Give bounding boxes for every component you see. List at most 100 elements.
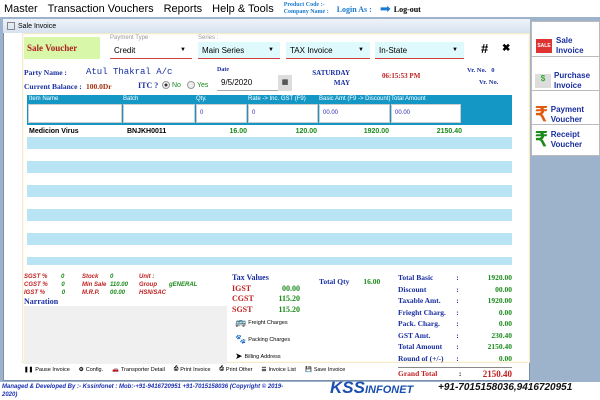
sgst-label: SGST bbox=[232, 304, 253, 314]
unit-label: Unit : bbox=[139, 274, 155, 280]
empty-row bbox=[27, 137, 512, 149]
totals-panel: Total Basic: 1920.00 Discount: 00.00 Taxable… bbox=[398, 273, 512, 365]
total-label: GST Amt. bbox=[398, 330, 431, 340]
total-label: Total Amount bbox=[398, 342, 443, 351]
freight-charges-button[interactable]: 🚌 Freight Charges bbox=[235, 317, 288, 328]
menu-reports[interactable]: Reports bbox=[164, 3, 203, 15]
vr-no-label-2: Vr. No. bbox=[479, 79, 499, 86]
col-rate: Rate -> Inc. GST (F9) bbox=[248, 96, 306, 102]
empty-row bbox=[27, 197, 512, 209]
total-row: Total Amount: 2150.40 bbox=[398, 342, 512, 354]
payment-type-value: Credit bbox=[114, 45, 136, 55]
empty-row bbox=[27, 257, 512, 265]
menu-bar: Master Transaction Vouchers Reports Help… bbox=[0, 0, 600, 18]
batch-input[interactable] bbox=[123, 104, 195, 123]
freight-charges-label: Freight Charges bbox=[248, 319, 288, 326]
car-icon: 🚗 bbox=[112, 366, 120, 373]
kss-logo: KSSINFONET bbox=[330, 378, 414, 397]
stock-value: 0 bbox=[110, 274, 114, 280]
invoice-list-button[interactable]: ☰ Invoice List bbox=[262, 366, 296, 373]
packing-charges-label: Packing Charges bbox=[248, 336, 291, 343]
basic-amt-input[interactable]: 00.00 bbox=[319, 104, 390, 123]
print-invoice-button[interactable]: ⎙ Print Invoice bbox=[174, 366, 211, 373]
printer-icon: ⎙ bbox=[219, 366, 224, 372]
logout-icon[interactable]: ➡ bbox=[380, 1, 391, 17]
total-row: Frieght Charg.: 0.00 bbox=[398, 308, 512, 320]
total-row: Pack. Charg.: 0.00 bbox=[398, 319, 512, 331]
payment-type-label: Payment Type bbox=[110, 35, 149, 41]
total-label: Taxable Amt. bbox=[398, 296, 441, 305]
cgst-label: CGST bbox=[232, 294, 254, 303]
billing-address-label: Billing Address bbox=[244, 353, 281, 360]
menu-help-tools[interactable]: Help & Tools bbox=[212, 3, 274, 15]
hash-button[interactable]: # bbox=[481, 41, 488, 56]
empty-row bbox=[27, 161, 512, 173]
menu-master[interactable]: Master bbox=[4, 3, 38, 15]
min-sale-value: 110.00 bbox=[110, 282, 128, 288]
itc-no-radio[interactable] bbox=[162, 81, 170, 89]
receipt-voucher-shortcut[interactable]: ₹ Receipt Voucher bbox=[531, 124, 600, 156]
login-as-label: Login As : bbox=[336, 4, 372, 14]
payment-type-select[interactable]: Credit ▼ bbox=[110, 42, 192, 59]
colon: : bbox=[456, 342, 459, 351]
qty-input[interactable]: 0 bbox=[196, 104, 247, 123]
logout-link[interactable]: Log-out bbox=[394, 5, 421, 14]
footer-phone: +91-7015158036,9416720951 bbox=[438, 382, 573, 393]
menu-transaction-vouchers[interactable]: Transaction Vouchers bbox=[48, 3, 154, 15]
close-button[interactable]: ✖ bbox=[502, 43, 510, 54]
total-value: 2150.40 bbox=[487, 342, 512, 351]
party-name-value[interactable]: Atul Thakral A/c bbox=[86, 67, 172, 77]
items-grid: Medicion Virus BNJKH0011 16.00 120.00 19… bbox=[27, 125, 512, 265]
total-value: 0.00 bbox=[498, 319, 512, 328]
rate-input[interactable]: 0 bbox=[248, 104, 318, 123]
table-row[interactable]: Medicion Virus BNJKH0011 16.00 120.00 19… bbox=[27, 125, 512, 137]
state-select[interactable]: In-State ▼ bbox=[375, 42, 464, 59]
print-other-label: Print Other bbox=[225, 366, 253, 373]
item-name-input[interactable] bbox=[28, 104, 122, 123]
sale-sign-icon: SALE bbox=[536, 38, 552, 53]
col-qty: Qty. bbox=[196, 96, 207, 102]
min-sale-label: Min Sale bbox=[82, 282, 107, 288]
chevron-down-icon: ▼ bbox=[358, 47, 364, 53]
colon: : bbox=[456, 284, 459, 294]
time-label: 06:15:53 PM bbox=[382, 72, 421, 80]
billing-address-button[interactable]: ➤ Billing Address bbox=[235, 351, 281, 362]
colon: : bbox=[456, 273, 459, 282]
total-row: GST Amt.: 230.40 bbox=[398, 331, 512, 343]
footer-credits: Managed & Developed By :- Kssinfonet : M… bbox=[2, 384, 284, 398]
purchase-invoice-shortcut-label: Purchase Invoice bbox=[554, 70, 591, 90]
invoice-type-select[interactable]: TAX Invoice ▼ bbox=[286, 42, 370, 59]
pause-invoice-button[interactable]: ❚❚ Pause Invoice bbox=[24, 366, 70, 373]
total-row: Taxable Amt.: 1920.00 bbox=[398, 296, 512, 308]
igst-pct: 0 bbox=[61, 290, 66, 296]
config-button[interactable]: ⚙ Config. bbox=[79, 366, 103, 373]
voucher-title: Sale Voucher bbox=[24, 37, 100, 59]
save-invoice-button[interactable]: 💾 Save Invoice bbox=[305, 366, 345, 373]
cgst-value: 115.20 bbox=[278, 294, 300, 303]
bus-icon: 🚌 bbox=[235, 317, 247, 327]
window-title: Sale Invoice bbox=[18, 22, 57, 30]
series-select[interactable]: Main Series ▼ bbox=[198, 42, 280, 59]
transporter-detail-button[interactable]: 🚗 Transporter Detail bbox=[112, 366, 165, 373]
series-value: Main Series bbox=[202, 45, 245, 55]
location-arrow-icon: ➤ bbox=[235, 351, 243, 361]
cell-batch: BNJKH0011 bbox=[127, 127, 167, 135]
total-amount-input[interactable]: 00.00 bbox=[391, 104, 461, 123]
rupee-icon: ₹ bbox=[535, 103, 548, 126]
print-other-button[interactable]: ⎙ Print Other bbox=[220, 366, 253, 373]
total-qty-value: 16.00 bbox=[363, 277, 381, 286]
cgst-pct-label: CGST % bbox=[24, 282, 48, 288]
day-label: SATURDAY bbox=[312, 69, 350, 77]
cell-item: Medicion Virus bbox=[29, 127, 79, 135]
bottom-toolbar: ❚❚ Pause Invoice ⚙ Config. 🚗 Transporter De… bbox=[24, 366, 394, 373]
packing-charges-button[interactable]: 🐾 Packing Charges bbox=[235, 334, 290, 345]
narration-label: Narration bbox=[24, 297, 59, 306]
empty-row bbox=[27, 173, 512, 185]
printer-icon: ⎙ bbox=[173, 366, 179, 372]
narration-input[interactable] bbox=[24, 306, 227, 364]
itc-yes-radio[interactable] bbox=[186, 81, 195, 89]
total-label: Discount bbox=[398, 284, 427, 294]
empty-row bbox=[27, 185, 512, 197]
calendar-icon[interactable]: ▦ bbox=[278, 75, 292, 91]
vr-no-label: Vr. No. bbox=[467, 67, 487, 74]
